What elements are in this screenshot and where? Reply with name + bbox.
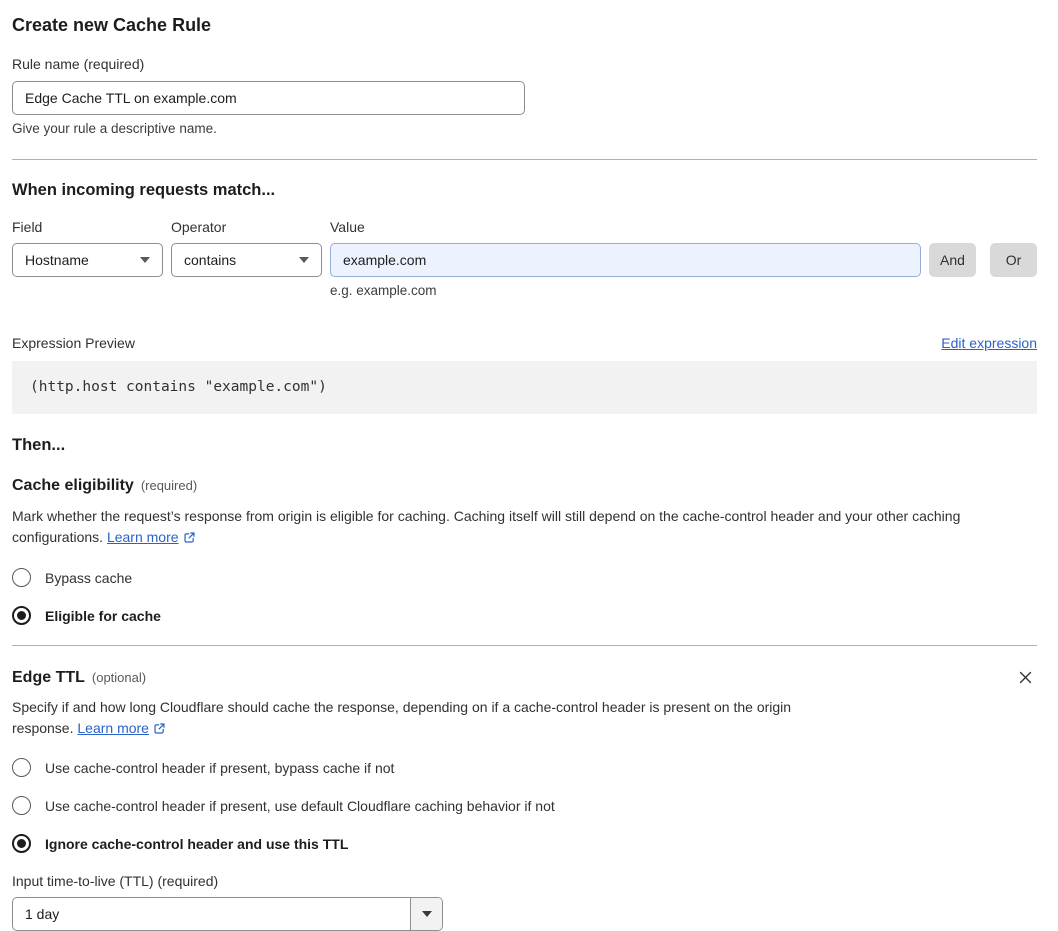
edit-expression-link[interactable]: Edit expression (941, 335, 1037, 351)
external-link-icon (183, 529, 196, 550)
learn-more-link[interactable]: Learn more (107, 529, 196, 545)
operator-label: Operator (171, 219, 227, 235)
ttl-input-section: Input time-to-live (TTL) (required) 1 da… (12, 873, 1037, 931)
field-label: Field (12, 219, 43, 235)
learn-more-label: Learn more (77, 720, 149, 736)
cache-eligibility-title: Cache eligibility (12, 477, 134, 494)
radio-selected-icon[interactable] (12, 606, 31, 625)
chevron-down-icon (299, 257, 309, 263)
expression-preview-label: Expression Preview (12, 335, 135, 351)
create-cache-rule-form: Create new Cache Rule Rule name (require… (0, 0, 1058, 931)
radio-option-use-header-default[interactable]: Use cache-control header if present, use… (12, 796, 1037, 815)
radio-unselected-icon[interactable] (12, 796, 31, 815)
close-icon (1018, 671, 1033, 688)
page-title: Create new Cache Rule (12, 15, 212, 35)
learn-more-label: Learn more (106, 529, 179, 545)
cache-eligibility-heading-row: Cache eligibility (required) (12, 476, 1037, 495)
value-column: Value e.g. example.com (330, 219, 921, 299)
edge-ttl-heading-row: Edge TTL (optional) (12, 666, 1037, 689)
ttl-select-dropdown-button[interactable] (410, 898, 442, 930)
radio-label: Use cache-control header if present, use… (45, 797, 555, 814)
external-link-icon (153, 720, 166, 741)
cache-eligibility-description: Mark whether the request’s response from… (12, 506, 1037, 550)
match-expression-row: Field Hostname Operator contains Value e… (12, 219, 1037, 299)
ttl-select[interactable]: 1 day (12, 897, 443, 931)
rule-name-input[interactable] (12, 81, 525, 115)
chevron-down-icon (140, 257, 150, 263)
value-help: e.g. example.com (330, 283, 437, 298)
operator-select[interactable]: contains (171, 243, 322, 277)
radio-option-bypass-cache[interactable]: Bypass cache (12, 568, 1037, 587)
chevron-down-icon (421, 911, 432, 917)
operator-column: Operator contains (171, 219, 322, 277)
radio-unselected-icon[interactable] (12, 568, 31, 587)
ttl-label: Input time-to-live (TTL) (required) (12, 873, 219, 889)
learn-more-link[interactable]: Learn more (77, 720, 166, 736)
match-heading: When incoming requests match... (12, 181, 276, 199)
radio-label: Bypass cache (45, 569, 133, 586)
field-select[interactable]: Hostname (12, 243, 163, 277)
connector-buttons: And Or (929, 243, 1037, 277)
expression-code: (http.host contains "example.com") (12, 361, 1037, 414)
rule-name-help: Give your rule a descriptive name. (12, 121, 217, 136)
then-heading: Then... (12, 436, 66, 454)
section-divider (12, 159, 1037, 160)
radio-option-use-header-bypass[interactable]: Use cache-control header if present, byp… (12, 758, 1037, 777)
edge-ttl-heading: Edge TTL (optional) (12, 668, 146, 687)
value-label: Value (330, 219, 365, 235)
field-select-value: Hostname (25, 252, 89, 268)
value-input[interactable] (330, 243, 921, 277)
radio-label: Eligible for cache (45, 607, 161, 624)
radio-label: Use cache-control header if present, byp… (45, 759, 395, 776)
radio-selected-icon[interactable] (12, 834, 31, 853)
expression-preview-row: Expression Preview Edit expression (12, 335, 1037, 352)
or-button[interactable]: Or (990, 243, 1037, 277)
edge-ttl-description: Specify if and how long Cloudflare shoul… (12, 697, 848, 741)
rule-name-section: Rule name (required) Give your rule a de… (12, 56, 1037, 137)
edge-ttl-title: Edge TTL (12, 669, 85, 686)
rule-name-label: Rule name (required) (12, 56, 145, 72)
section-divider (12, 645, 1037, 646)
close-edge-ttl-button[interactable] (1014, 666, 1037, 689)
ttl-select-value: 1 day (25, 906, 60, 922)
radio-label: Ignore cache-control header and use this… (45, 835, 349, 852)
edge-ttl-optional-note: (optional) (91, 670, 147, 685)
radio-option-eligible-for-cache[interactable]: Eligible for cache (12, 606, 1037, 625)
radio-unselected-icon[interactable] (12, 758, 31, 777)
field-column: Field Hostname (12, 219, 163, 277)
radio-option-ignore-header-ttl[interactable]: Ignore cache-control header and use this… (12, 834, 1037, 853)
and-button[interactable]: And (929, 243, 976, 277)
cache-eligibility-required-note: (required) (140, 478, 198, 493)
operator-select-value: contains (184, 252, 237, 268)
